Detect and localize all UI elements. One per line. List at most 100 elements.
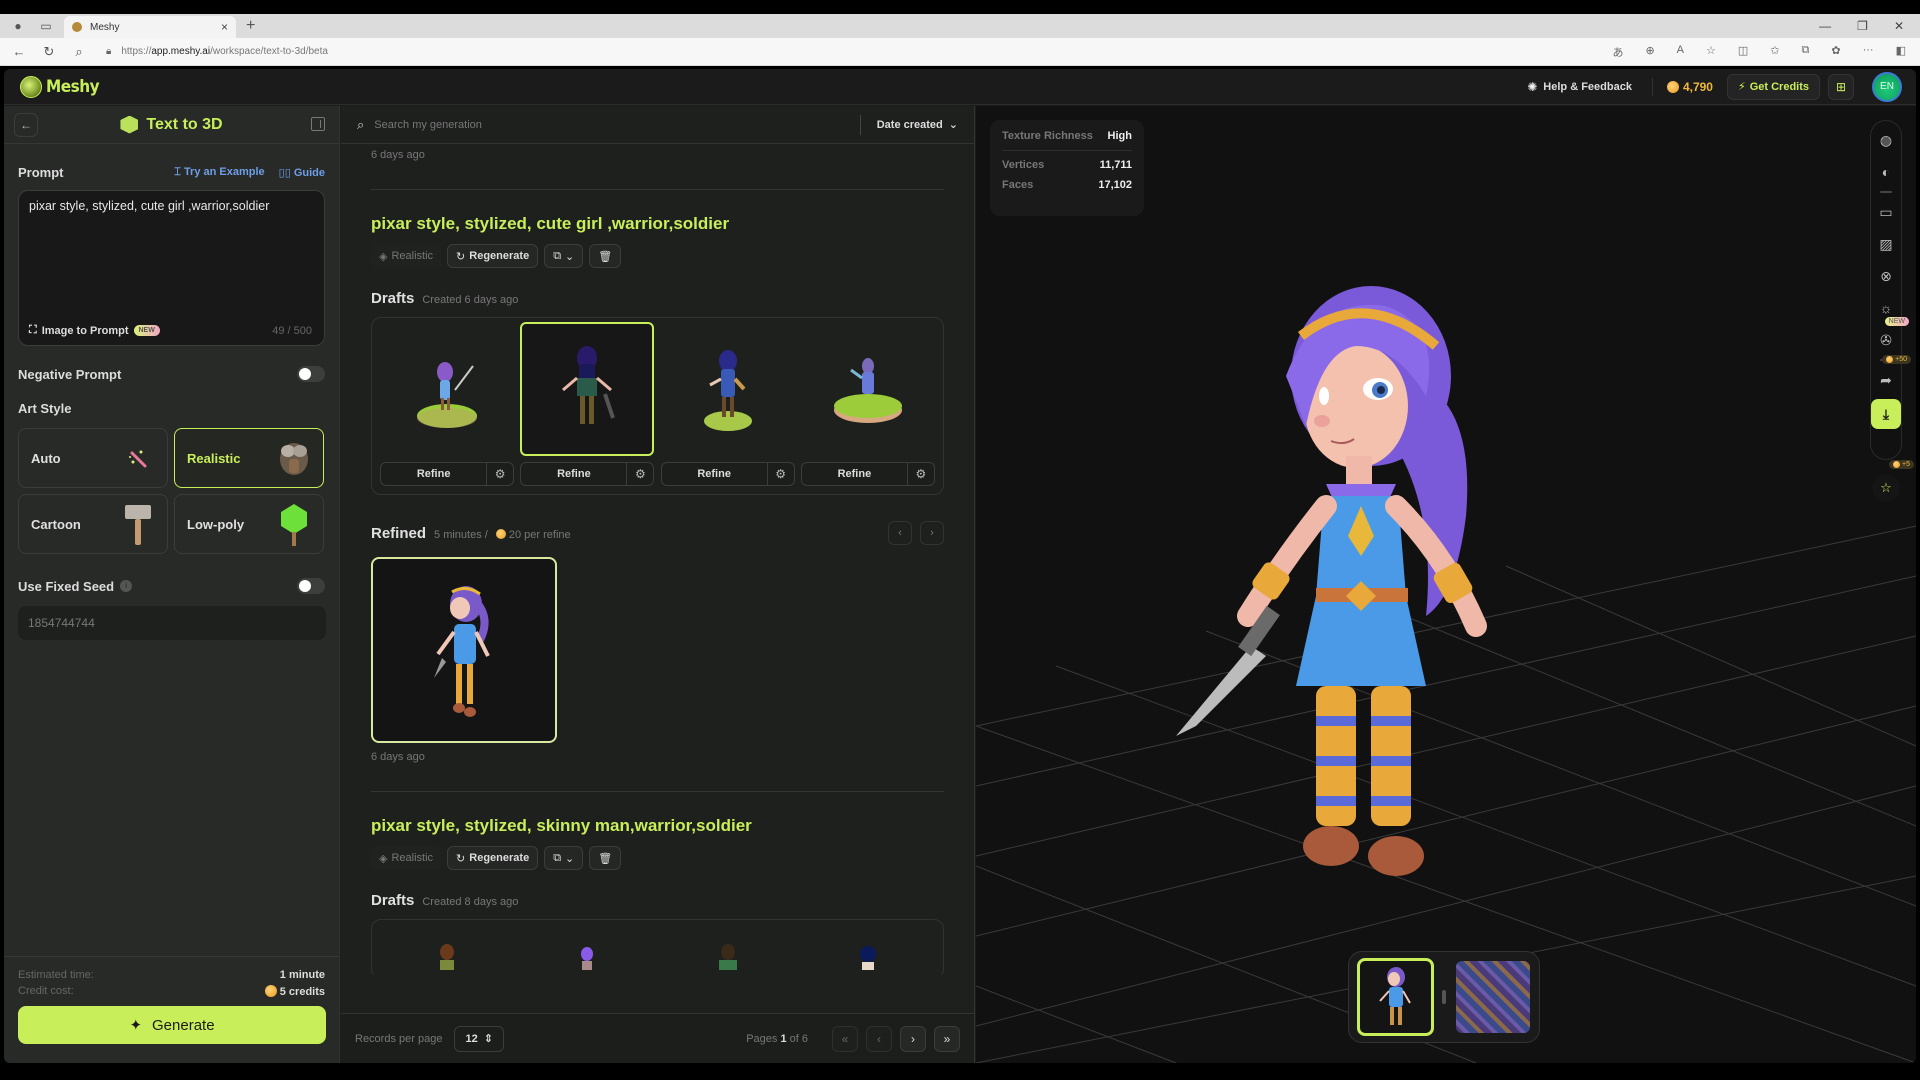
generation-list[interactable]: 6 days ago pixar style, stylized, cute g… [341,145,974,975]
lightbulb-icon: ✺ [1527,79,1538,94]
search-icon[interactable]: ⌕ [68,44,90,60]
character-model[interactable] [1156,256,1556,956]
gift-button[interactable]: ⊞ [1828,73,1854,100]
info-icon[interactable]: i [120,580,133,592]
avatar[interactable]: EN [1872,71,1902,102]
restore-icon[interactable]: ❐ [1857,19,1868,33]
draft-item[interactable] [801,940,935,970]
refine-button[interactable]: Refine ⚙ [380,462,515,486]
draft-item[interactable] [520,940,654,970]
copy-dropdown-button[interactable]: ⧉ ⌄ [544,244,584,268]
extensions-icon[interactable]: ✿ [1831,44,1840,60]
sidebar-icon[interactable]: ◧ [1896,44,1906,60]
records-per-page-label: Records per page [355,1032,443,1045]
art-style-realistic[interactable]: Realistic [174,428,324,488]
draft-item[interactable] [380,940,514,970]
split-screen-icon[interactable]: ◫ [1738,44,1748,60]
copy-icon: ⧉ [553,249,562,262]
copy-dropdown-button[interactable]: ⧉ ⌄ [544,846,584,870]
fixed-seed-toggle[interactable] [297,578,325,594]
zoom-icon[interactable]: ⊕ [1645,44,1654,60]
minimize-icon[interactable]: — [1819,19,1831,33]
profile-icon[interactable]: ● [8,16,28,36]
more-icon[interactable]: ··· [1863,44,1874,60]
feedback-button[interactable]: ☆ +5 [1872,460,1914,502]
art-style-low-poly[interactable]: Low-poly [174,494,324,554]
tab-actions-icon[interactable]: ▭ [36,16,56,36]
next-refined-button[interactable]: › [920,521,944,545]
draft-item[interactable] [661,940,795,970]
generation-title[interactable]: pixar style, stylized, cute girl ,warrio… [341,214,974,234]
prev-page-button[interactable]: ‹ [866,1025,892,1052]
translate-icon[interactable]: あ [1612,44,1623,60]
draft-thumbnail[interactable] [380,322,514,456]
animate-icon[interactable]: ✇ NEW [1873,317,1909,353]
regenerate-button[interactable]: ↻ Regenerate [447,846,539,870]
delete-button[interactable]: 🗑︎ [589,244,622,268]
gear-icon[interactable]: ⚙ [908,467,934,481]
close-window-icon[interactable]: ✕ [1894,19,1904,33]
search-input[interactable] [374,118,860,131]
generate-button[interactable]: ✦ Generate [18,1006,326,1044]
model-viewport[interactable]: Texture Richness High Vertices 11,711 Face… [976,106,1916,1063]
texture-richness-label: Texture Richness [1002,130,1093,142]
draft-thumbnail-selected[interactable] [520,322,655,456]
refresh-icon[interactable]: ↻ [38,44,60,60]
divider [1651,77,1653,96]
sort-dropdown[interactable]: Date created ⌄ [877,118,958,132]
browser-tab[interactable]: Meshy × [64,16,236,38]
favorite-icon[interactable]: ☆ [1706,44,1716,60]
url-field[interactable]: 🔒︎ https://app.meshy.ai/workspace/text-t… [106,46,328,57]
next-page-button[interactable]: › [900,1025,926,1052]
prompt-input[interactable]: pixar style, stylized, cute girl ,warrio… [18,190,325,346]
texture-map-thumbnail[interactable] [1454,958,1531,1036]
first-page-button[interactable]: « [832,1025,858,1052]
generation-title[interactable]: pixar style, stylized, skinny man,warrio… [341,816,974,836]
refine-button[interactable]: Refine ⚙ [800,462,935,486]
prev-refined-button[interactable]: ‹ [888,521,912,545]
collapse-panel-icon[interactable] [311,117,325,131]
material-sphere-icon[interactable]: ◐ [1873,159,1899,185]
close-tab-icon[interactable]: × [221,20,228,34]
credit-balance[interactable]: 4,790 [1666,80,1713,94]
last-page-button[interactable]: » [934,1025,960,1052]
feedback-bonus-badge: +5 [1889,460,1914,469]
help-feedback-button[interactable]: ✺ Help & Feedback [1527,80,1632,94]
style-tag-label: Realistic [391,250,434,262]
monitor-icon[interactable]: ▭ [1873,199,1899,225]
get-credits-button[interactable]: ⚡︎ Get Credits [1726,73,1820,100]
negative-prompt-toggle[interactable] [297,366,325,382]
share-icon[interactable]: ➦ +50 [1873,355,1911,393]
texture-view-icon[interactable]: ◍ [1873,127,1899,153]
refine-button[interactable]: Refine ⚙ [660,462,795,486]
guide-link[interactable]: ▯▯ Guide [279,166,325,179]
uv-icon[interactable]: ⊗ [1873,263,1899,289]
draft-thumbnail[interactable] [661,322,795,456]
refined-model-thumbnail[interactable] [371,557,557,743]
model-preview-thumbnail[interactable] [1357,958,1435,1036]
records-per-page-select[interactable]: 12 ⇕ [454,1025,504,1052]
wireframe-icon[interactable]: ▨ [1873,231,1899,257]
gear-icon[interactable]: ⚙ [768,467,794,481]
back-button[interactable]: ← [14,113,38,137]
divider [371,791,944,792]
new-tab-icon[interactable]: + [246,17,255,35]
read-aloud-icon[interactable]: A [1677,44,1684,60]
try-example-link[interactable]: ⌶ Try an Example [174,166,264,179]
art-style-auto[interactable]: Auto [18,428,168,488]
regenerate-button[interactable]: ↻ Regenerate [447,244,539,268]
favorites-list-icon[interactable]: ✩ [1770,44,1779,60]
refine-button[interactable]: Refine ⚙ [520,462,655,486]
download-button[interactable]: ⤓ [1871,399,1901,429]
seed-input[interactable] [18,606,326,640]
delete-button[interactable]: 🗑︎ [589,846,622,870]
image-to-prompt-button[interactable]: ⛶ Image to Prompt NEW [29,324,160,337]
back-icon[interactable]: ← [8,44,30,59]
collections-icon[interactable]: ⧉ [1802,44,1810,60]
draft-thumbnail[interactable] [801,322,935,456]
logo[interactable]: Meshy [20,75,100,98]
gear-icon[interactable]: ⚙ [487,467,513,481]
gear-icon[interactable]: ⚙ [627,467,653,481]
art-style-cartoon[interactable]: Cartoon [18,494,168,554]
viewer-toolbar: ◍ ◐ ▭ ▨ ⊗ ☼ ✇ NEW ➦ +50 ⤓ [1870,120,1911,460]
